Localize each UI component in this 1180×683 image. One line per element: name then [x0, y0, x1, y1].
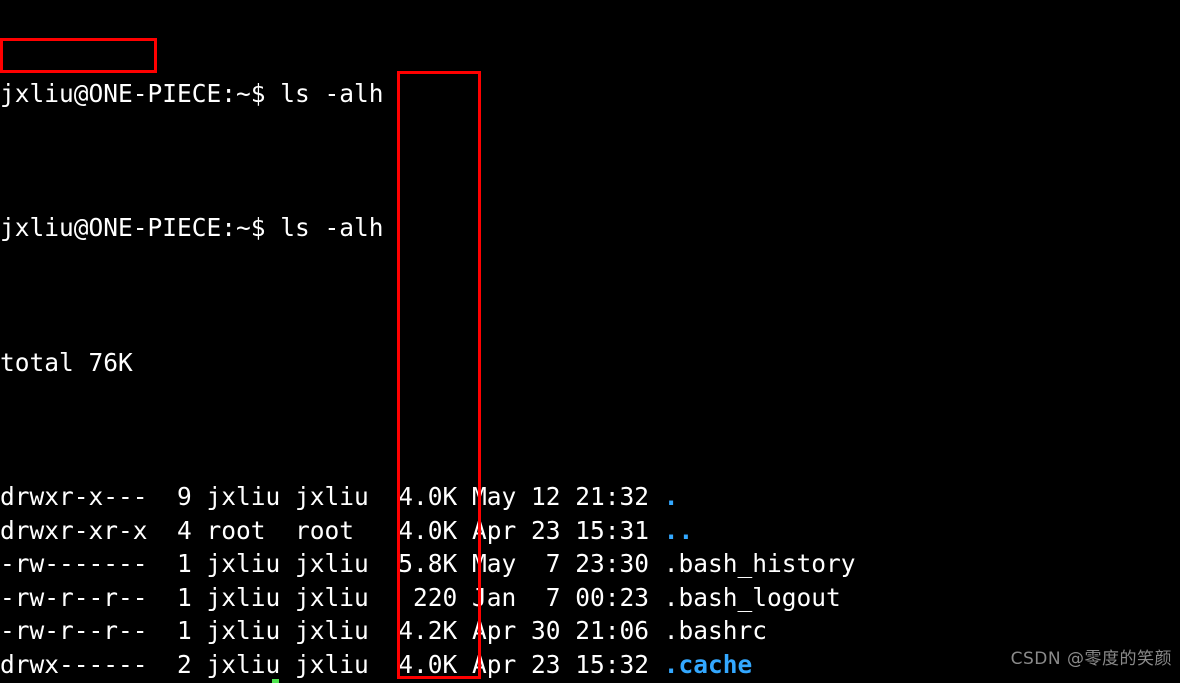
terminal-prompt-line: jxliu@ONE-PIECE:~$ ls -alh: [0, 211, 1180, 245]
listing-row-filename[interactable]: .cache: [664, 650, 753, 679]
total-text: total 76K: [0, 347, 133, 377]
listing-row-meta: -rw------- 1 jxliu jxliu 5.8K May 7 23:3…: [0, 549, 664, 579]
directory-listing: drwxr-x--- 9 jxliu jxliu 4.0K May 12 21:…: [0, 480, 1180, 683]
prompt-text: jxliu@ONE-PIECE:~$ ls -alh: [0, 213, 384, 243]
listing-row-filename[interactable]: .: [664, 482, 679, 511]
listing-row-filename[interactable]: .bashrc: [664, 616, 767, 645]
listing-row-filename[interactable]: ..: [664, 516, 694, 545]
next-prompt-cursor: [272, 679, 279, 683]
listing-row-filename[interactable]: .bash_logout: [664, 583, 841, 612]
listing-row-meta: drwxr-x--- 9 jxliu jxliu 4.0K May 12 21:…: [0, 481, 664, 511]
listing-row-meta: drwx------ 2 jxliu jxliu 4.0K Apr 23 15:…: [0, 649, 664, 679]
terminal-clipped-top-line: jxliu@ONE-PIECE:~$ ls -alh: [0, 77, 1180, 111]
listing-row-filename[interactable]: .bash_history: [664, 549, 856, 578]
terminal-total-line: total 76K: [0, 346, 1180, 380]
clipped-prompt-text: jxliu@ONE-PIECE:~$ ls -alh: [0, 78, 384, 108]
listing-row: drwxr-x--- 9 jxliu jxliu 4.0K May 12 21:…: [0, 480, 1180, 514]
listing-row: -rw-r--r-- 1 jxliu jxliu 220 Jan 7 00:23…: [0, 581, 1180, 615]
terminal-window[interactable]: jxliu@ONE-PIECE:~$ ls -alh jxliu@ONE-PIE…: [0, 0, 1180, 683]
csdn-watermark: CSDN @零度的笑颜: [1010, 649, 1172, 670]
listing-row-meta: -rw-r--r-- 1 jxliu jxliu 4.2K Apr 30 21:…: [0, 616, 664, 646]
terminal-screen: jxliu@ONE-PIECE:~$ ls -alh jxliu@ONE-PIE…: [0, 0, 1180, 683]
listing-row: -rw-r--r-- 1 jxliu jxliu 4.2K Apr 30 21:…: [0, 614, 1180, 648]
listing-row: -rw------- 1 jxliu jxliu 5.8K May 7 23:3…: [0, 547, 1180, 581]
listing-row: drwx------ 2 jxliu jxliu 4.0K Apr 23 15:…: [0, 648, 1180, 682]
listing-row-meta: -rw-r--r-- 1 jxliu jxliu 220 Jan 7 00:23: [0, 582, 664, 612]
listing-row-meta: drwxr-xr-x 4 root root 4.0K Apr 23 15:31: [0, 515, 664, 545]
listing-row: drwxr-xr-x 4 root root 4.0K Apr 23 15:31…: [0, 514, 1180, 548]
